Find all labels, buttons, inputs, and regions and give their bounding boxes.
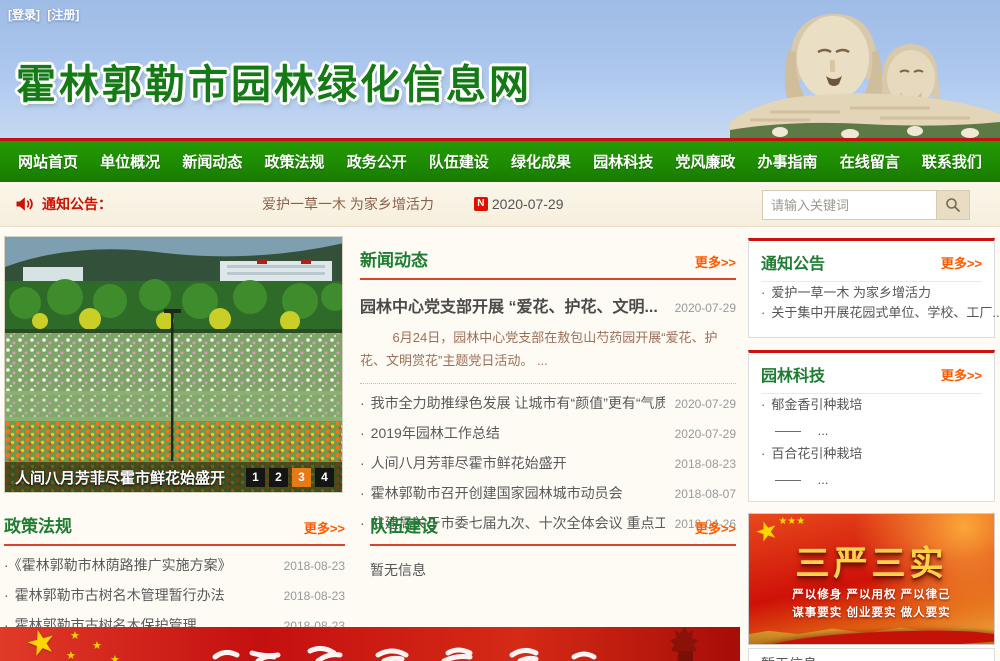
carousel-page-1[interactable]: 1 [246, 468, 265, 487]
carousel-page-3-active[interactable]: 3 [292, 468, 311, 487]
policy-item-link[interactable]: 《霍林郭勒市林荫路推广实施方案》 [4, 555, 232, 575]
nav-item-overview[interactable]: 单位概况 [100, 151, 160, 172]
speaker-icon [14, 194, 34, 214]
team-section: 队伍建设 更多>> 暂无信息 [370, 512, 736, 580]
banner-title: 三严三实 [749, 536, 994, 585]
account-links: [登录] [注册] [8, 6, 83, 23]
banner-slogan-line2: 谋事要实 创业要实 做人要实 [749, 604, 994, 620]
notice-box: 通知公告 更多>> 爱护一草一木 为家乡增活力 关于集中开展花园式单位、学校、工… [748, 238, 995, 338]
featured-article-row: 园林中心党支部开展 “爱花、护花、文明... 2020-07-29 [360, 293, 736, 317]
featured-article-title[interactable]: 园林中心党支部开展 “爱花、护花、文明... [360, 293, 658, 317]
policy-item-date: 2018-08-23 [284, 589, 345, 603]
notice-box-more-link[interactable]: 更多>> [941, 253, 982, 272]
news-item-date: 2020-07-29 [675, 397, 736, 411]
search-button[interactable] [937, 190, 970, 220]
news-list-item: 我市全力助推绿色发展 让城市有“颜值”更有“气质” 2020-07-29 [360, 388, 736, 418]
photo-carousel[interactable]: 人间八月芳菲尽霍市鲜花始盛开 1 2 3 4 [4, 236, 343, 493]
nav-item-message[interactable]: 在线留言 [840, 151, 900, 172]
site-header: [登录] [注册] 霍林郭勒市园林绿化信息网 [0, 0, 1000, 138]
garden-tech-item[interactable]: 百合花引种栽培 [761, 438, 862, 463]
sidebar-empty-box: 暂无信息 [748, 648, 995, 661]
news-more-link[interactable]: 更多>> [695, 252, 736, 271]
sidebar-empty-text: 暂无信息 [761, 656, 817, 661]
news-list-item: 人间八月芳菲尽霍市鲜花始盛开 2018-08-23 [360, 448, 736, 478]
notice-box-item[interactable]: 关于集中开展花园式单位、学校、工厂... [761, 297, 1000, 322]
news-list-item: 霍林郭勒市召开创建国家园林城市动员会 2018-08-07 [360, 478, 736, 508]
genghis-khan-statue-image [730, 0, 1000, 138]
garden-tech-item[interactable]: 郁金香引种栽培 [761, 389, 862, 414]
notice-box-header: 通知公告 更多>> [761, 241, 982, 282]
register-link[interactable]: [注册] [47, 8, 79, 22]
calligraphy-strokes [0, 627, 740, 661]
news-section-header: 新闻动态 更多>> [360, 246, 736, 280]
garden-tech-more-link[interactable]: 更多>> [941, 365, 982, 384]
flower-field-photo [5, 237, 343, 493]
page-root: [登录] [注册] 霍林郭勒市园林绿化信息网 网站首页 单位概况 新闻动态 政策… [0, 0, 1000, 661]
carousel-page-4[interactable]: 4 [315, 468, 334, 487]
team-empty-text: 暂无信息 [370, 560, 736, 580]
nav-item-policy[interactable]: 政策法规 [265, 151, 325, 172]
notice-box-title: 通知公告 [761, 250, 825, 274]
garden-tech-header: 园林科技 更多>> [761, 353, 982, 394]
garden-tech-item-sub: —— ... [761, 463, 982, 492]
nav-item-greening[interactable]: 绿化成果 [511, 151, 571, 172]
news-item-link[interactable]: 人间八月芳菲尽霍市鲜花始盛开 [360, 453, 567, 473]
team-section-header: 队伍建设 更多>> [370, 512, 736, 546]
notice-ticker-bar: 通知公告： 爱护一草一木 为家乡增活力 N 2020-07-29 [0, 182, 1000, 227]
page-title: 霍林郭勒市园林绿化信息网 [16, 52, 532, 110]
login-link[interactable]: [登录] [8, 8, 40, 22]
dotted-divider [360, 383, 736, 384]
news-section-title: 新闻动态 [360, 246, 428, 271]
news-item-date: 2018-08-23 [675, 457, 736, 471]
carousel-caption-bar: 人间八月芳菲尽霍市鲜花始盛开 1 2 3 4 [5, 462, 342, 492]
policy-section-title: 政策法规 [4, 512, 72, 537]
notice-label: 通知公告： [42, 194, 112, 214]
nav-item-team[interactable]: 队伍建设 [429, 151, 489, 172]
news-item-link[interactable]: 我市全力助推绿色发展 让城市有“颜值”更有“气质” [360, 393, 665, 413]
policy-section: 政策法规 更多>> 《霍林郭勒市林荫路推广实施方案》 2018-08-23 霍林… [4, 512, 345, 640]
nav-item-party[interactable]: 党风廉政 [675, 151, 735, 172]
notice-ticker-date: 2020-07-29 [492, 196, 564, 212]
search-box [762, 190, 970, 220]
search-icon [945, 197, 961, 213]
news-item-date: 2020-07-29 [675, 427, 736, 441]
garden-tech-box: 园林科技 更多>> 郁金香引种栽培 —— ... 百合花引种栽培 —— ... [748, 350, 995, 502]
featured-article-date: 2020-07-29 [675, 301, 736, 315]
policy-list-item: 《霍林郭勒市林荫路推广实施方案》 2018-08-23 [4, 550, 345, 580]
nav-item-news[interactable]: 新闻动态 [182, 151, 242, 172]
main-nav: 网站首页 单位概况 新闻动态 政策法规 政务公开 队伍建设 绿化成果 园林科技 … [0, 138, 1000, 182]
garden-tech-title: 园林科技 [761, 362, 825, 386]
new-icon: N [474, 197, 488, 211]
banner-slogan-line1: 严以修身 严以用权 严以律己 [749, 586, 994, 602]
nav-item-gov-affairs[interactable]: 政务公开 [347, 151, 407, 172]
team-section-title: 队伍建设 [370, 512, 438, 537]
nav-item-contact[interactable]: 联系我们 [922, 151, 982, 172]
nav-item-home[interactable]: 网站首页 [18, 151, 78, 172]
team-more-link[interactable]: 更多>> [695, 518, 736, 537]
news-item-link[interactable]: 霍林郭勒市召开创建国家园林城市动员会 [360, 483, 623, 503]
policy-item-link[interactable]: 霍林郭勒市古树名木管理暂行办法 [4, 585, 225, 605]
nav-item-tech[interactable]: 园林科技 [593, 151, 653, 172]
policy-section-header: 政策法规 更多>> [4, 512, 345, 546]
three-stricts-banner[interactable]: ★★★★ 三严三实 严以修身 严以用权 严以律己 谋事要实 创业要实 做人要实 [748, 513, 995, 645]
carousel-page-2[interactable]: 2 [269, 468, 288, 487]
policy-item-date: 2018-08-23 [284, 559, 345, 573]
nav-item-guide[interactable]: 办事指南 [758, 151, 818, 172]
news-item-date: 2018-08-07 [675, 487, 736, 501]
news-item-link[interactable]: 2019年园林工作总结 [360, 423, 500, 443]
policy-more-link[interactable]: 更多>> [304, 518, 345, 537]
footer-propaganda-banner: ★ ★ ★ ★ ★ [0, 627, 740, 661]
featured-article-summary: 6月24日，园林中心党支部在敖包山芍药园开展“爱花、护花、文明赏花”主题党日活动… [360, 327, 736, 373]
news-section: 新闻动态 更多>> 园林中心党支部开展 “爱花、护花、文明... 2020-07… [360, 246, 736, 538]
notice-ticker-link[interactable]: 爱护一草一木 为家乡增活力 [262, 194, 434, 214]
search-input[interactable] [762, 190, 937, 220]
carousel-caption[interactable]: 人间八月芳菲尽霍市鲜花始盛开 [15, 467, 246, 488]
statue-silhouette [655, 627, 715, 661]
policy-list-item: 霍林郭勒市古树名木管理暂行办法 2018-08-23 [4, 580, 345, 610]
news-list-item: 2019年园林工作总结 2020-07-29 [360, 418, 736, 448]
carousel-pager: 1 2 3 4 [246, 468, 334, 487]
